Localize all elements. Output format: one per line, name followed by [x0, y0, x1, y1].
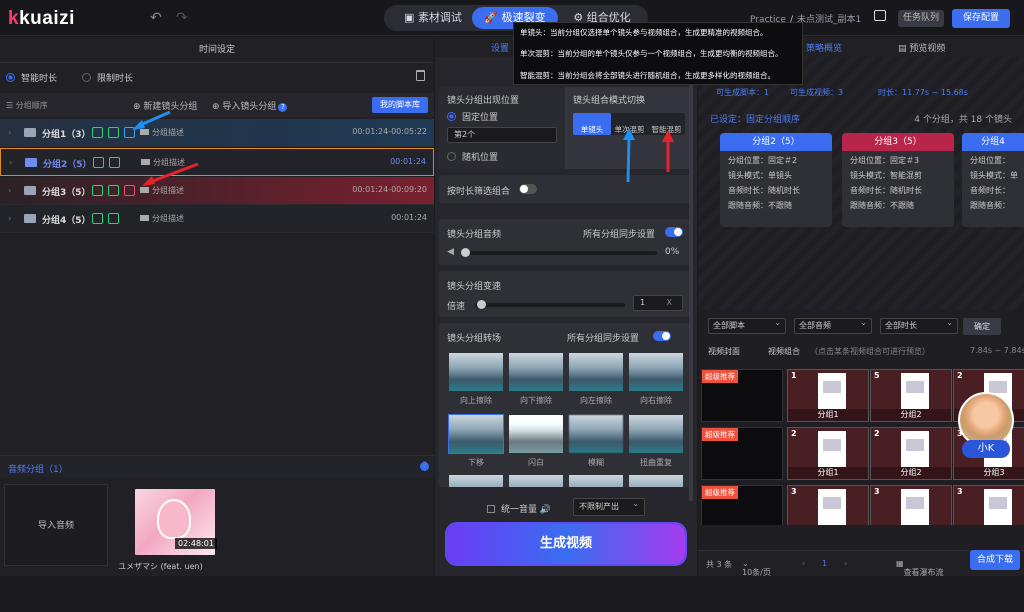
tooltip-line: 单镜头：当前分组仅选择单个镜头参与视频组合，生成更精准的视频组合。	[520, 28, 768, 37]
annotation-arrows	[132, 110, 674, 186]
tooltip-line: 智能混剪：当前分组会将全部镜头进行随机组合，生成更多样化的视频组合。	[520, 71, 775, 80]
red-arrow-icon	[662, 130, 674, 172]
combo-mode-tooltip: 单镜头：当前分组仅选择单个镜头参与视频组合，生成更精准的视频组合。 单次混剪：当…	[513, 22, 803, 85]
blue-arrow-icon	[132, 110, 171, 130]
red-arrow-icon	[142, 162, 199, 186]
tooltip-line: 单次混剪：当前分组的单个镜头仅参与一个视频组合，生成更均衡的视频组合。	[520, 49, 783, 58]
blue-arrow-icon	[623, 128, 635, 183]
